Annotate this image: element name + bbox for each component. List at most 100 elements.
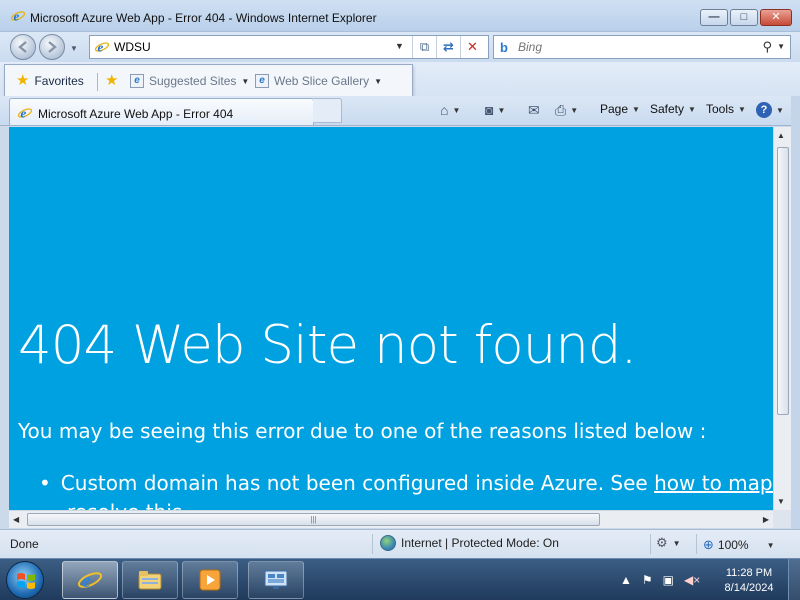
page-menu-label: Page	[600, 102, 629, 116]
map-domain-link[interactable]: how to map an existing domain	[654, 471, 773, 495]
search-input[interactable]	[518, 40, 738, 54]
tab-ie-icon: e	[17, 105, 33, 124]
maximize-button[interactable]: □	[730, 9, 758, 26]
web-page-content: 404 Web Site not found. You may be seein…	[9, 127, 773, 510]
search-options-dropdown-icon[interactable]: ▼	[777, 42, 785, 51]
windows-logo-icon	[17, 573, 35, 589]
action-center-flag-icon[interactable]: ⚑	[642, 573, 653, 587]
safety-menu-dropdown-icon: ▼	[688, 104, 696, 114]
divider	[97, 73, 98, 91]
search-icon[interactable]: ⚲	[762, 39, 772, 55]
taskbar-media-player[interactable]	[182, 561, 238, 599]
feeds-button[interactable]: ◙ ▼	[485, 102, 505, 118]
address-dropdown-icon[interactable]: ▼	[395, 41, 404, 51]
protected-mode-settings-button[interactable]: ⚙ ▼	[656, 535, 681, 551]
show-hidden-icons-button[interactable]: ▲	[620, 573, 632, 587]
taskbar-windows-explorer[interactable]	[122, 561, 178, 599]
favorites-label: Favorites	[34, 74, 84, 88]
scroll-left-arrow-icon[interactable]: ◀	[13, 515, 19, 524]
tools-menu-label: Tools	[706, 102, 735, 116]
help-dropdown-icon: ▼	[776, 105, 784, 115]
scroll-down-arrow-icon[interactable]: ▼	[777, 497, 785, 506]
clock[interactable]: 11:28 PM 8/14/2024	[716, 566, 782, 596]
tools-menu[interactable]: Tools ▼	[706, 102, 746, 116]
help-button[interactable]: ? ▼	[756, 102, 784, 118]
safety-menu[interactable]: Safety ▼	[650, 102, 696, 116]
close-icon: ✕	[771, 11, 781, 23]
back-button[interactable]	[10, 34, 36, 60]
network-icon[interactable]: ▣	[663, 573, 674, 587]
reason-text: Custom domain has not been configured in…	[60, 471, 655, 495]
reason-list: Custom domain has not been configured in…	[39, 471, 773, 495]
svg-text:e: e	[14, 9, 20, 24]
window-title: Microsoft Azure Web App - Error 404 - Wi…	[30, 11, 377, 25]
clock-date: 8/14/2024	[724, 582, 774, 594]
favorites-star-icon: ★	[16, 72, 30, 89]
print-icon: ⎙	[555, 102, 567, 118]
tab-error-404[interactable]: e Microsoft Azure Web App - Error 404	[9, 98, 314, 125]
show-desktop-button[interactable]	[788, 559, 800, 600]
suggested-sites-button[interactable]: e Suggested Sites ▼	[130, 74, 249, 88]
taskbar-remote-desktop[interactable]	[248, 561, 304, 599]
suggested-sites-dropdown-icon: ▼	[241, 76, 250, 86]
home-dropdown-icon: ▼	[452, 105, 461, 115]
status-bar: Done Internet | Protected Mode: On ⚙ ▼ ⊕…	[0, 529, 800, 558]
new-tab-button[interactable]	[313, 98, 342, 123]
refresh-button[interactable]: ⇄	[436, 36, 460, 58]
divider	[372, 534, 373, 554]
reason-continuation-text: resolve this.	[67, 500, 189, 510]
print-button[interactable]: ⎙ ▼	[555, 102, 578, 119]
scroll-up-arrow-icon[interactable]: ▲	[777, 131, 785, 140]
zoom-icon: ⊕	[703, 537, 714, 552]
web-slice-gallery-label: Web Slice Gallery	[274, 74, 370, 88]
recent-pages-dropdown-icon[interactable]: ▼	[70, 44, 78, 53]
maximize-icon: □	[740, 11, 748, 23]
tools-menu-dropdown-icon: ▼	[738, 104, 746, 114]
address-input[interactable]	[114, 39, 394, 55]
minimize-button[interactable]: —	[700, 9, 728, 26]
internet-explorer-icon: e	[77, 570, 103, 592]
scroll-right-arrow-icon[interactable]: ▶	[763, 515, 769, 524]
page-menu-dropdown-icon: ▼	[632, 104, 640, 114]
start-button[interactable]	[6, 561, 44, 599]
add-to-favorites-bar-button[interactable]: ★	[105, 73, 118, 88]
stop-button[interactable]: ✕	[460, 36, 484, 58]
home-button[interactable]: ⌂ ▼	[440, 102, 460, 118]
rss-feed-icon: ◙	[485, 102, 494, 118]
horizontal-scroll-thumb[interactable]: |||	[27, 513, 600, 526]
status-text: Done	[10, 537, 39, 551]
forward-button[interactable]	[39, 34, 65, 60]
web-slice-gallery-icon: e	[255, 74, 269, 88]
zoom-level: 100%	[717, 538, 749, 552]
security-zone[interactable]: Internet | Protected Mode: On	[380, 535, 559, 551]
forward-arrow-icon	[48, 41, 57, 53]
settings-gear-icon: ⚙	[656, 535, 668, 550]
bing-logo-icon: b	[500, 40, 508, 55]
tab-label: Microsoft Azure Web App - Error 404	[38, 107, 234, 121]
vertical-scrollbar[interactable]: ▲ ▼	[773, 127, 791, 510]
window-controls: — □ ✕	[700, 9, 792, 26]
horizontal-scrollbar[interactable]: ◀ ||| ▶	[9, 510, 773, 528]
divider	[650, 534, 651, 554]
close-window-button[interactable]: ✕	[760, 9, 792, 26]
taskbar-internet-explorer[interactable]: e	[62, 561, 118, 599]
zoom-control[interactable]: ⊕ 100% ▼	[703, 537, 775, 553]
scrollbar-corner	[773, 510, 791, 528]
volume-muted-icon[interactable]: ◀×	[684, 573, 700, 587]
zoom-dropdown-icon: ▼	[766, 540, 775, 550]
home-icon: ⌂	[440, 102, 449, 118]
web-slice-gallery-button[interactable]: e Web Slice Gallery ▼	[255, 74, 382, 88]
navigation-bar: ▼ e ▼ ⧉ ⇄ ✕ b ⚲ ▼	[0, 32, 800, 62]
window-frame	[791, 96, 800, 558]
security-zone-text: Internet | Protected Mode: On	[401, 536, 559, 550]
safety-menu-label: Safety	[650, 102, 685, 116]
svg-text:e: e	[98, 40, 104, 55]
list-item: Custom domain has not been configured in…	[39, 471, 773, 495]
favorites-button[interactable]: ★ Favorites	[16, 72, 84, 89]
tab-command-bar: e Microsoft Azure Web App - Error 404 ⌂ …	[0, 96, 800, 126]
page-menu[interactable]: Page ▼	[600, 102, 640, 116]
read-mail-button[interactable]: ✉	[528, 102, 540, 119]
feeds-dropdown-icon: ▼	[497, 105, 506, 115]
compatibility-view-button[interactable]: ⧉	[412, 36, 436, 58]
vertical-scroll-thumb[interactable]	[777, 147, 789, 415]
